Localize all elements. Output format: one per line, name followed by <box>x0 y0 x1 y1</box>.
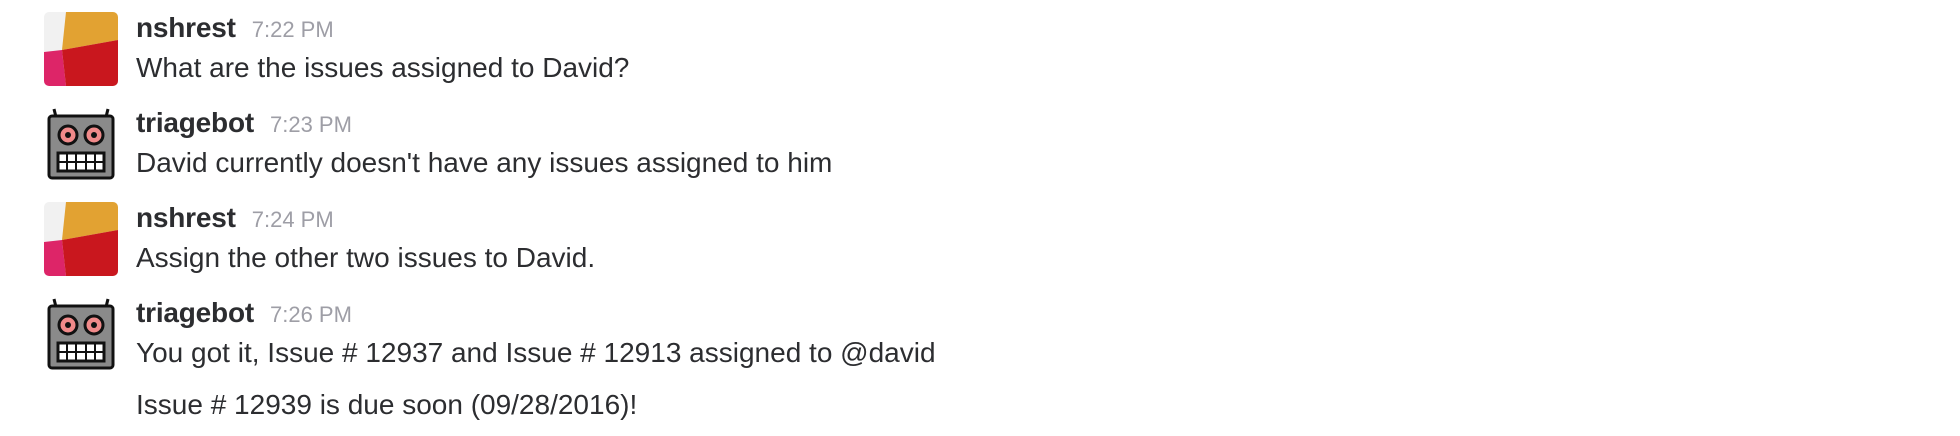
username[interactable]: nshrest <box>136 12 236 44</box>
message-text: What are the issues assigned to David? <box>136 52 630 83</box>
message-header: nshrest 7:24 PM <box>136 202 1924 238</box>
message-content: nshrest 7:24 PM Assign the other two iss… <box>136 202 1924 278</box>
message-text: Issue # 12939 is due soon (09/28/2016)! <box>136 389 638 420</box>
username[interactable]: nshrest <box>136 202 236 234</box>
timestamp[interactable]: 7:26 PM <box>270 302 352 328</box>
message-text: David currently doesn't have any issues … <box>136 147 833 178</box>
timestamp[interactable]: 7:23 PM <box>270 112 352 138</box>
robot-icon <box>47 298 115 370</box>
message-header: nshrest 7:22 PM <box>136 12 1924 48</box>
message-content: triagebot 7:26 PM You got it, Issue # 12… <box>136 297 1924 425</box>
user-avatar[interactable] <box>44 202 118 276</box>
user-avatar[interactable] <box>44 297 118 371</box>
nshrest-avatar-icon <box>44 12 118 86</box>
timestamp[interactable]: 7:24 PM <box>252 207 334 233</box>
user-avatar[interactable] <box>44 12 118 86</box>
message-content: triagebot 7:23 PM David currently doesn'… <box>136 107 1924 183</box>
message-header: triagebot 7:26 PM <box>136 297 1924 333</box>
nshrest-avatar-icon <box>44 202 118 276</box>
username[interactable]: triagebot <box>136 107 254 139</box>
username[interactable]: triagebot <box>136 297 254 329</box>
message-content: nshrest 7:22 PM What are the issues assi… <box>136 12 1924 88</box>
timestamp[interactable]: 7:22 PM <box>252 17 334 43</box>
message-text: Assign the other two issues to David. <box>136 242 596 273</box>
robot-icon <box>47 108 115 180</box>
message-header: triagebot 7:23 PM <box>136 107 1924 143</box>
user-avatar[interactable] <box>44 107 118 181</box>
message-text: You got it, Issue # 12937 and Issue # 12… <box>136 337 936 368</box>
